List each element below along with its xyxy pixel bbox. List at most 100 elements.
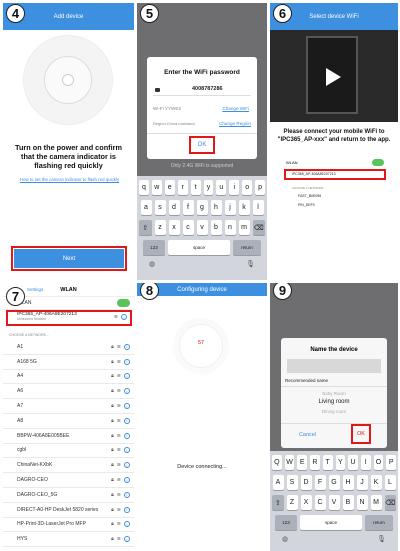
backspace-key[interactable]: ⌫ [252, 220, 265, 235]
name-option-selected[interactable]: Living room [281, 399, 387, 405]
ok-button[interactable]: OK [191, 138, 213, 152]
info-icon[interactable]: i [124, 536, 130, 543]
key[interactable]: c [182, 220, 194, 235]
key[interactable]: j [224, 200, 236, 215]
info-icon[interactable]: i [124, 506, 130, 513]
key[interactable]: L [384, 475, 396, 490]
key[interactable]: h [210, 200, 222, 215]
back-link[interactable]: Settings [27, 287, 43, 292]
key[interactable]: D [300, 475, 312, 490]
network-item[interactable]: A6 🔒︎ ≋ i [3, 384, 134, 400]
change-wifi-link[interactable]: Change WiFi [222, 106, 249, 111]
info-icon[interactable]: i [124, 521, 130, 528]
password-field[interactable]: 4008787286 [192, 86, 223, 92]
key[interactable]: w [151, 180, 162, 195]
wlan-toggle[interactable] [372, 159, 384, 166]
key[interactable]: G [328, 475, 340, 490]
return-key[interactable]: return [365, 515, 393, 530]
key[interactable]: B [342, 495, 354, 510]
network-item[interactable]: DAGRO-CEO_5G 🔒︎ ≋ i [3, 488, 134, 503]
help-link[interactable]: How to set the camera indicator to flash… [7, 177, 132, 182]
key[interactable]: F [314, 475, 326, 490]
key[interactable]: y [203, 180, 214, 195]
network-item[interactable]: A4 🔒︎ ≋ i [3, 370, 134, 385]
network-item[interactable]: ChinaNet-KXbK 🔒︎ ≋ i [3, 458, 134, 474]
info-icon[interactable]: i [124, 358, 130, 365]
numbers-key[interactable]: 123 [143, 240, 165, 255]
name-option[interactable]: Baby Room [281, 391, 387, 396]
info-icon[interactable]: i [121, 314, 127, 320]
info-icon[interactable]: i [124, 417, 130, 424]
key[interactable]: i [229, 180, 240, 195]
key[interactable]: a [140, 200, 152, 215]
shift-key[interactable]: ⇧ [139, 220, 152, 235]
shift-key[interactable]: ⇧ [272, 495, 284, 510]
network-item[interactable]: BBPW-406A8E005BEE 🔒︎ ≋ i [3, 429, 134, 444]
network-item[interactable]: FAST_B0E096 [298, 194, 321, 198]
key[interactable]: v [196, 220, 208, 235]
next-button[interactable]: Next [14, 249, 124, 268]
key[interactable]: P [386, 455, 397, 470]
key[interactable]: t [190, 180, 201, 195]
key[interactable]: T [322, 455, 333, 470]
key[interactable]: K [370, 475, 382, 490]
network-item[interactable]: DIRECT-A0-HP DeskJet 5820 series 🔒︎ ≋ i [3, 503, 134, 518]
key[interactable]: q [138, 180, 149, 195]
key[interactable]: X [300, 495, 312, 510]
globe-icon[interactable]: ◍ [282, 535, 288, 543]
key[interactable]: s [154, 200, 166, 215]
key[interactable]: I [360, 455, 371, 470]
key[interactable]: p [255, 180, 266, 195]
network-item[interactable]: A8 🔒︎ ≋ i [3, 414, 134, 429]
key[interactable]: A [272, 475, 284, 490]
change-region-link[interactable]: Change Region [219, 121, 251, 126]
key[interactable]: e [164, 180, 175, 195]
backspace-key[interactable]: ⌫ [384, 495, 396, 510]
key[interactable]: x [168, 220, 180, 235]
info-icon[interactable]: i [124, 343, 130, 350]
key[interactable]: g [196, 200, 208, 215]
key[interactable]: f [182, 200, 194, 215]
key[interactable]: Z [286, 495, 298, 510]
info-icon[interactable]: i [124, 373, 130, 380]
key[interactable]: m [238, 220, 250, 235]
network-item[interactable]: DAGRO-CEO 🔒︎ ≋ i [3, 473, 134, 488]
key[interactable]: V [328, 495, 340, 510]
network-item[interactable]: cgbl 🔒︎ ≋ i [3, 444, 134, 459]
key[interactable]: R [310, 455, 320, 470]
key[interactable]: z [154, 220, 166, 235]
key[interactable]: M [370, 495, 382, 510]
key[interactable]: u [216, 180, 227, 195]
wlan-toggle[interactable] [117, 299, 130, 307]
info-icon[interactable]: i [124, 403, 130, 410]
mic-icon[interactable]: 🎙 [246, 260, 255, 268]
mic-icon[interactable]: 🎙 [377, 535, 386, 543]
key[interactable]: k [238, 200, 250, 215]
key[interactable]: d [168, 200, 180, 215]
key[interactable]: E [297, 455, 308, 470]
key[interactable]: J [356, 475, 368, 490]
key[interactable]: C [314, 495, 326, 510]
return-key[interactable]: return [233, 240, 261, 255]
connected-network[interactable]: IPC365_AP-406A8E207213 Unsecured Network… [9, 312, 129, 324]
key[interactable]: W [284, 455, 295, 470]
network-item[interactable]: HYS 🔒︎ ≋ i [3, 532, 134, 548]
cancel-button[interactable]: Cancel [281, 427, 334, 443]
globe-icon[interactable]: ◍ [149, 260, 155, 268]
ok-button[interactable]: OK [353, 426, 369, 442]
info-icon[interactable]: i [124, 388, 130, 395]
network-item[interactable]: A1 🔒︎ ≋ i [3, 340, 134, 355]
key[interactable]: O [373, 455, 384, 470]
name-input[interactable] [287, 359, 381, 373]
key[interactable]: n [224, 220, 236, 235]
info-icon[interactable]: i [124, 447, 130, 454]
key[interactable]: N [356, 495, 368, 510]
numbers-key[interactable]: 123 [275, 515, 297, 530]
name-option[interactable]: Dining room [281, 409, 387, 414]
key[interactable]: H [342, 475, 354, 490]
key[interactable]: Q [271, 455, 282, 470]
space-key[interactable]: space [168, 240, 230, 255]
key[interactable]: l [252, 200, 264, 215]
info-icon[interactable]: i [124, 491, 130, 498]
network-item[interactable]: HP-Print-3D-LaserJet Pro MFP 🔒︎ ≋ i [3, 518, 134, 533]
